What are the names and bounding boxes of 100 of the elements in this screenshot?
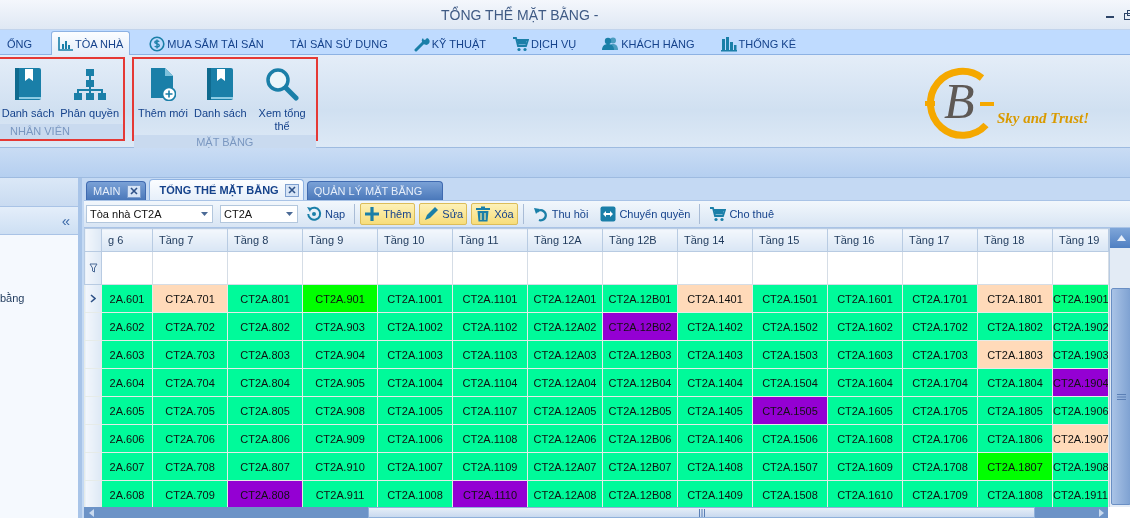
horizontal-scrollbar[interactable] (84, 507, 1108, 518)
table-cell: CT2A.12A08 (527, 480, 603, 507)
document-tab[interactable]: TỔNG THỂ MẶT BẰNG (148, 179, 304, 200)
toolbar-button[interactable]: Cho thuê (705, 203, 779, 225)
minimize-button[interactable] (1106, 15, 1114, 18)
filter-field[interactable] (902, 251, 978, 285)
table-cell: CT2A.704 (152, 368, 228, 397)
filter-field[interactable] (227, 251, 303, 285)
book-icon (14, 67, 42, 101)
table-cell: CT2A.12B07 (602, 452, 678, 481)
table-cell: CT2A.1903 (1052, 340, 1109, 369)
column-header[interactable]: Tầng 19 (1052, 228, 1109, 252)
column-header[interactable]: Tầng 15 (752, 228, 828, 252)
table-cell: CT2A.911 (302, 480, 378, 507)
ribbon-button[interactable]: Thêm mới (136, 63, 190, 135)
table-cell: CT2A.1101 (452, 284, 528, 313)
column-header[interactable]: Tầng 17 (902, 228, 978, 252)
close-button[interactable] (284, 183, 299, 197)
table-cell: CT2A.1503 (752, 340, 828, 369)
column-header[interactable]: Tầng 14 (677, 228, 753, 252)
toolbar-button[interactable]: Thu hồi (528, 203, 593, 225)
column-header[interactable]: Tầng 7 (152, 228, 228, 252)
dropdown-field[interactable]: CT2A (220, 205, 298, 223)
filter-field[interactable] (377, 251, 453, 285)
table-cell: CT2A.1501 (752, 284, 828, 313)
swap-icon (600, 206, 617, 222)
dropdown-field[interactable]: Tòa nhà CT2A (86, 205, 213, 223)
toolbar-button[interactable]: Chuyển quyền (596, 203, 695, 225)
table-cell: CT2A.703 (152, 340, 228, 369)
ribbon-button[interactable]: Xem tổng thể (250, 63, 314, 135)
column-header[interactable]: g 6 (101, 228, 153, 252)
table-cell: CT2A.1702 (902, 312, 978, 341)
table-cell: CT2A.12B01 (602, 284, 678, 313)
row-pointer-icon (90, 294, 96, 303)
filter-field[interactable] (527, 251, 603, 285)
toolbar-button[interactable]: Xóa (471, 203, 518, 225)
filter-field[interactable] (452, 251, 528, 285)
toolbar-button[interactable]: Sửa (419, 203, 468, 225)
table-cell: CT2A.1803 (977, 340, 1053, 369)
bar-chart-icon (58, 36, 74, 51)
column-header[interactable]: Tầng 18 (977, 228, 1053, 252)
table-cell: CT2A.1701 (902, 284, 978, 313)
column-header[interactable]: Tầng 9 (302, 228, 378, 252)
table-cell: CT2A.806 (227, 424, 303, 453)
ribbon-tab[interactable]: KỸ THUẬT (406, 32, 493, 54)
column-header[interactable]: Tầng 16 (827, 228, 903, 252)
column-header[interactable]: Tầng 12A (527, 228, 603, 252)
vertical-scrollbar[interactable] (1109, 228, 1130, 507)
ribbon-tab[interactable]: TÒA NHÀ (51, 31, 131, 55)
ribbon-tab[interactable]: THỐNG KÊ (713, 32, 803, 54)
table-cell: CT2A.1402 (677, 312, 753, 341)
filter-field[interactable] (302, 251, 378, 285)
column-header[interactable]: Tầng 12B (602, 228, 678, 252)
filter-field[interactable] (752, 251, 828, 285)
scroll-left-icon (88, 508, 94, 517)
row-header[interactable] (84, 284, 102, 313)
ribbon-button[interactable]: Danh sách (0, 63, 57, 124)
column-header[interactable]: Tầng 11 (452, 228, 528, 252)
nav-item[interactable]: bằng (0, 292, 25, 304)
filter-field[interactable] (677, 251, 753, 285)
table-cell: CT2A.1608 (827, 424, 903, 453)
window-title: TỔNG THỂ MẶT BẰNG - (441, 6, 599, 23)
ribbon-tab[interactable]: DỊCH VỤ (504, 32, 584, 54)
ribbon-button[interactable]: Danh sách (192, 63, 249, 135)
table-cell: CT2A.1109 (452, 452, 528, 481)
table-cell: CT2A.1002 (377, 312, 453, 341)
column-header[interactable]: Tầng 8 (227, 228, 303, 252)
table-cell: CT2A.12A04 (527, 368, 603, 397)
ribbon-tab[interactable]: ỐNG (0, 32, 40, 54)
toolbar-button[interactable]: Nạp (302, 203, 350, 225)
filter-field[interactable] (827, 251, 903, 285)
table-cell: CT2A.705 (152, 396, 228, 425)
filter-field[interactable] (152, 251, 228, 285)
table-cell: CT2A.1110 (452, 480, 528, 507)
close-icon (287, 186, 296, 194)
ribbon-tab[interactable]: TÀI SẢN SỬ DỤNG (282, 32, 395, 54)
table-cell: CT2A.1104 (452, 368, 528, 397)
close-button[interactable] (126, 184, 141, 198)
column-header[interactable]: Tầng 10 (377, 228, 453, 252)
table-cell: CT2A.1103 (452, 340, 528, 369)
trash-icon (475, 206, 492, 222)
filter-field[interactable] (101, 251, 153, 285)
table-cell: CT2A.701 (152, 284, 228, 313)
filter-field[interactable] (1052, 251, 1109, 285)
collapse-button[interactable]: « (59, 212, 72, 229)
table-cell: CT2A.709 (152, 480, 228, 507)
toolbar-button[interactable]: Thêm (360, 203, 416, 225)
ribbon-tab[interactable]: KHÁCH HÀNG (595, 32, 702, 54)
ribbon-tab[interactable]: MUA SẮM TÀI SẢN (142, 32, 271, 54)
table-cell: CT2A.1802 (977, 312, 1053, 341)
table-cell: CT2A.12B05 (602, 396, 678, 425)
table-cell: CT2A.1602 (827, 312, 903, 341)
logo-letter: B (944, 73, 975, 129)
filter-field[interactable] (602, 251, 678, 285)
filter-field[interactable] (977, 251, 1053, 285)
table-cell: CT2A.804 (227, 368, 303, 397)
table-cell: CT2A.802 (227, 312, 303, 341)
ribbon-button[interactable]: Phân quyền (58, 63, 121, 124)
table-cell: CT2A.12A06 (527, 424, 603, 453)
table-cell: CT2A.1603 (827, 340, 903, 369)
